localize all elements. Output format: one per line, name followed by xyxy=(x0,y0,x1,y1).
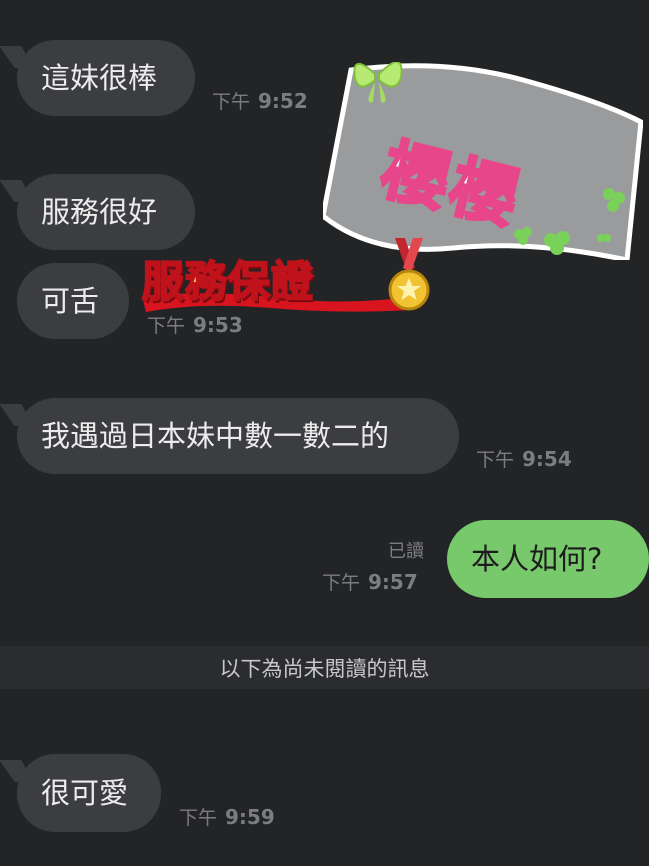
message-text: 可舌 xyxy=(41,283,100,318)
unread-messages-divider: 以下為尚未閱讀的訊息 xyxy=(0,646,649,689)
message-text: 本人如何? xyxy=(471,541,603,576)
message-timestamp: 下午 9:57 xyxy=(322,570,418,594)
message-text: 這妹很棒 xyxy=(41,60,158,95)
name-banner-sticker: 櫻櫻 xyxy=(323,62,643,260)
outgoing-message-bubble[interactable]: 本人如何? xyxy=(447,520,649,598)
message-text: 很可愛 xyxy=(41,775,129,810)
message-timestamp: 下午 9:59 xyxy=(179,805,275,829)
message-timestamp: 下午 9:52 xyxy=(212,89,308,113)
message-text: 我遇過日本妹中數一數二的 xyxy=(41,418,390,453)
read-receipt: 已讀 xyxy=(388,541,424,562)
message-timestamp: 下午 9:54 xyxy=(476,447,572,471)
incoming-message-bubble[interactable]: 服務很好 xyxy=(17,174,195,250)
incoming-message-bubble[interactable]: 我遇過日本妹中數一數二的 xyxy=(17,398,459,474)
gold-medal-icon xyxy=(388,238,430,311)
message-text: 服務很好 xyxy=(41,194,158,229)
incoming-message-bubble[interactable]: 很可愛 xyxy=(17,754,161,832)
guarantee-text: 服務保證 xyxy=(141,256,315,307)
incoming-message-bubble[interactable]: 可舌 xyxy=(17,263,129,339)
incoming-message-bubble[interactable]: 這妹很棒 xyxy=(17,40,195,116)
